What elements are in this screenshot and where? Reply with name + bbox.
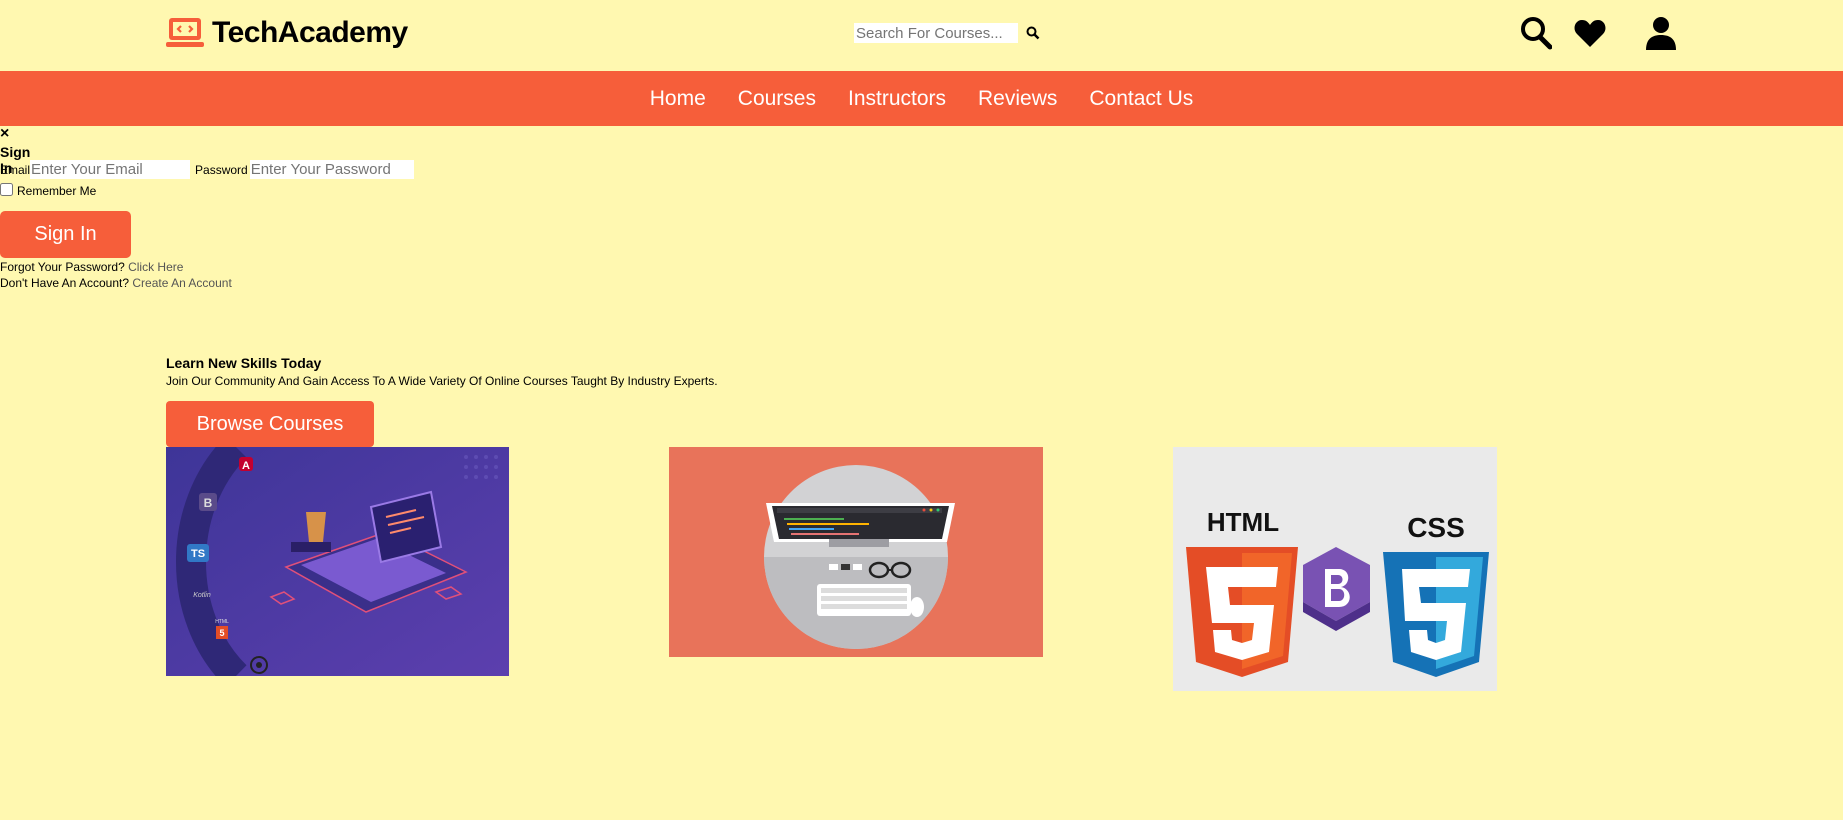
nav-home[interactable]: Home [650, 87, 706, 111]
forgot-text: Forgot Your Password? [0, 260, 125, 274]
hero: Learn New Skills Today Join Our Communit… [166, 355, 718, 447]
user-icon[interactable] [1646, 17, 1676, 55]
course-image-frameworks: A B TS Kotlin HTML 5 [166, 447, 509, 676]
html-label: HTML [1207, 507, 1279, 537]
search-input[interactable] [854, 23, 1018, 43]
forgot-password-row: Forgot Your Password? Click Here [0, 260, 183, 274]
forgot-link[interactable]: Click Here [128, 260, 183, 274]
kotlin-label: Kotlin [193, 592, 211, 599]
typescript-badge: TS [191, 548, 205, 560]
html5-badge: 5 [219, 628, 224, 638]
main-nav: Home Courses Instructors Reviews Contact… [0, 71, 1843, 126]
site-header: TechAcademy [0, 0, 1843, 71]
course-image-html-css: HTML CSS [1173, 447, 1497, 691]
password-field[interactable] [249, 160, 414, 179]
remember-label: Remember Me [17, 184, 97, 198]
nav-reviews[interactable]: Reviews [978, 87, 1057, 111]
course-image-laptop [669, 447, 1043, 657]
bootstrap-badge: B [204, 496, 213, 510]
close-icon[interactable]: × [0, 126, 9, 142]
sign-in-button[interactable]: Sign In [0, 211, 131, 258]
nav-instructors[interactable]: Instructors [848, 87, 946, 111]
nav-courses[interactable]: Courses [738, 87, 816, 111]
password-label: Password [195, 162, 248, 177]
hero-title: Learn New Skills Today [166, 355, 322, 371]
email-label: Email [0, 162, 31, 177]
search-form [854, 23, 1040, 43]
brand-name: TechAcademy [212, 16, 408, 49]
create-account-row: Don't Have An Account? Create An Account [0, 276, 232, 290]
logo[interactable]: TechAcademy [166, 16, 408, 50]
remember-row: Remember Me [0, 180, 96, 198]
html-small-label: HTML [215, 619, 229, 625]
browse-courses-button[interactable]: Browse Courses [166, 401, 374, 447]
search-icon[interactable] [1026, 26, 1040, 40]
no-account-text: Don't Have An Account? [0, 276, 130, 290]
angular-badge: A [242, 460, 250, 472]
css-label: CSS [1407, 512, 1465, 543]
remember-checkbox[interactable] [0, 182, 13, 196]
search-icon[interactable] [1520, 16, 1553, 55]
email-field[interactable] [30, 160, 191, 179]
laptop-code-icon [166, 16, 204, 50]
credential-row: Email Password [0, 160, 414, 179]
heart-icon[interactable] [1574, 19, 1606, 52]
create-account-link[interactable]: Create An Account [132, 276, 231, 290]
nav-contact-us[interactable]: Contact Us [1089, 87, 1193, 111]
hero-subtitle: Join Our Community And Gain Access To A … [166, 374, 718, 388]
